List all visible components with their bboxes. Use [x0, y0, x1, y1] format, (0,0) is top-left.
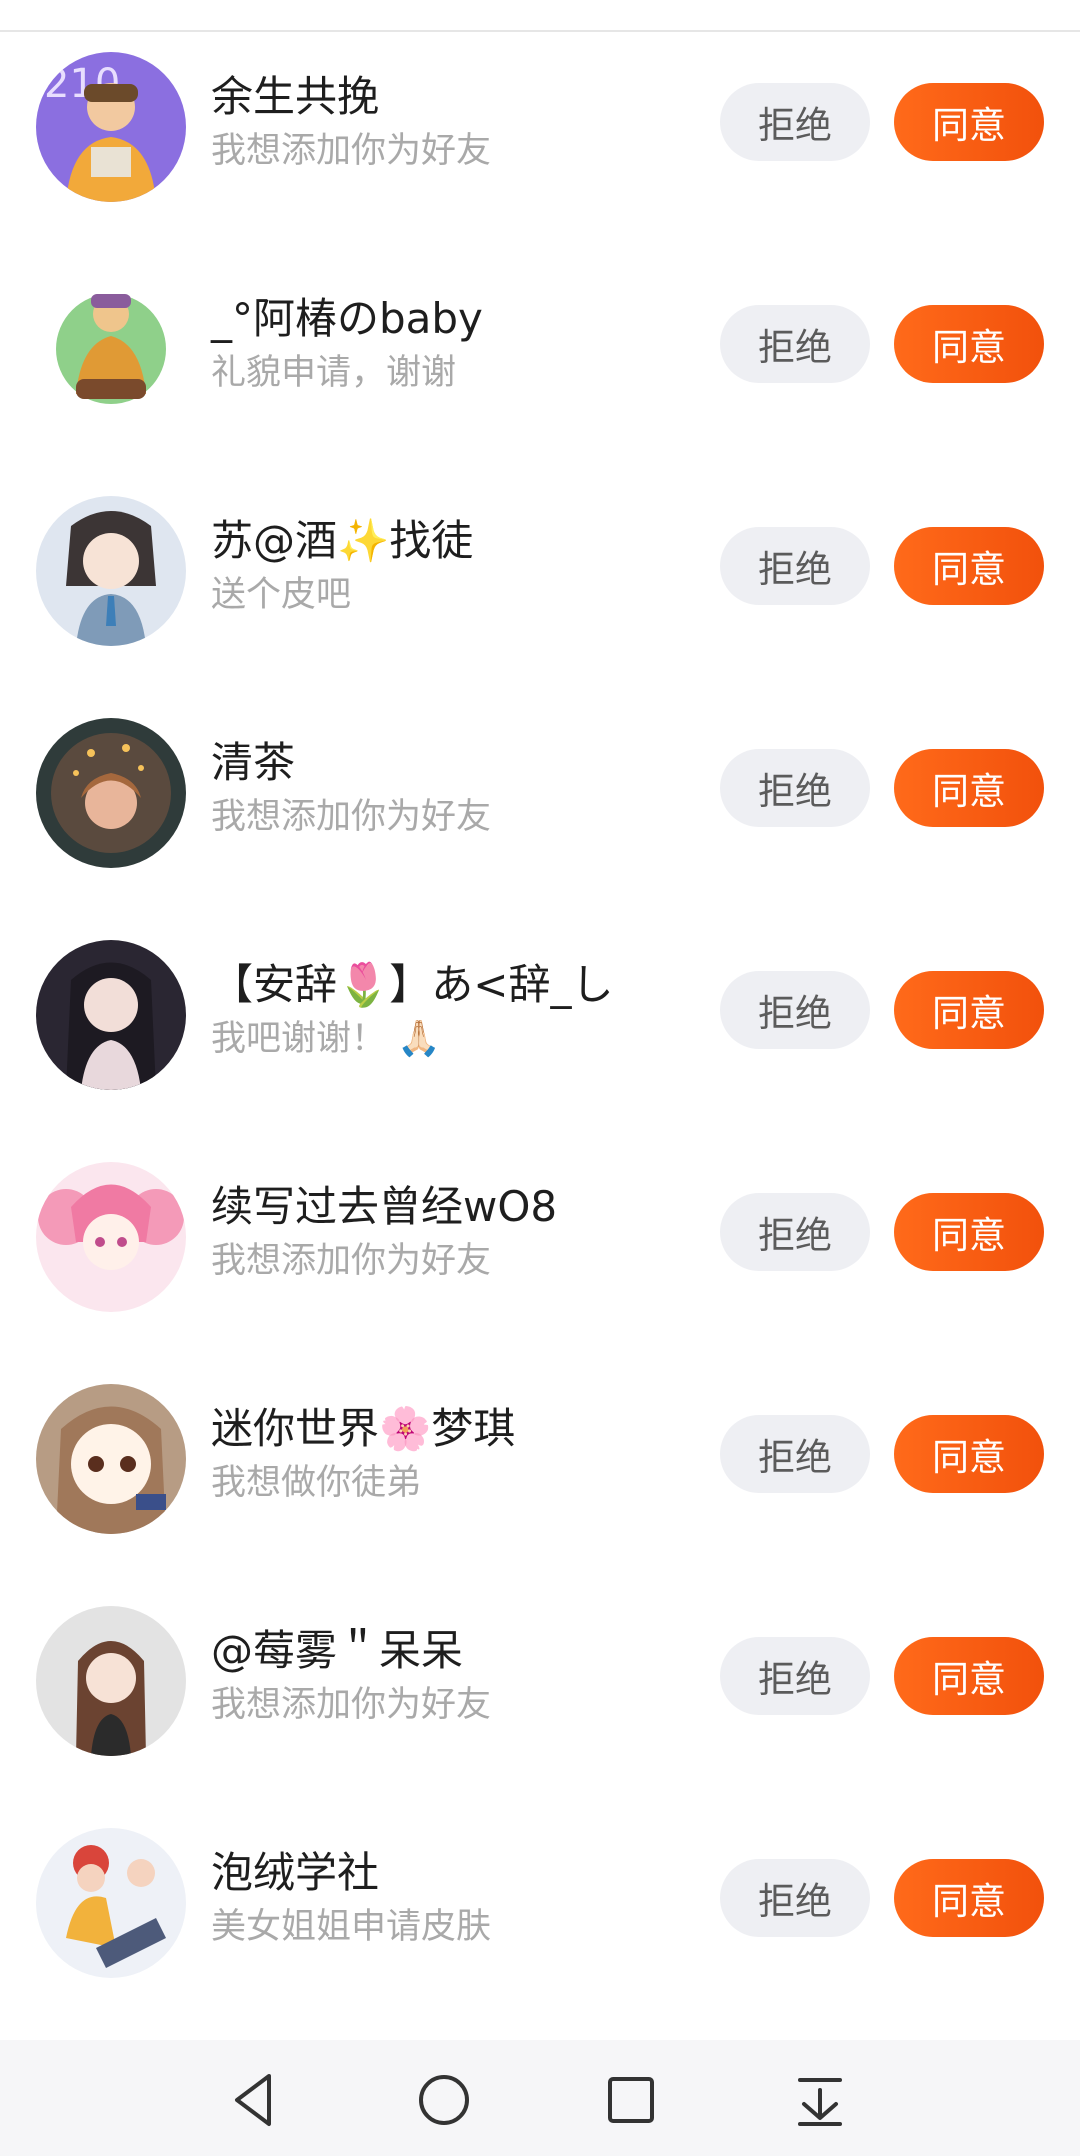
friend-request-row: 210 余生共挽 我想添加你为好友 拒绝 同意 — [0, 12, 1080, 234]
requester-name: 苏@酒✨找徒 — [211, 516, 474, 565]
avatar[interactable] — [36, 1162, 186, 1312]
reject-button[interactable]: 拒绝 — [720, 1193, 870, 1271]
accept-button[interactable]: 同意 — [894, 1637, 1044, 1715]
requester-name: 清茶 — [211, 738, 296, 787]
avatar[interactable] — [36, 1384, 186, 1534]
home-icon[interactable] — [414, 2070, 474, 2130]
reject-button[interactable]: 拒绝 — [720, 971, 870, 1049]
request-message: 送个皮吧 — [211, 575, 352, 615]
avatar[interactable] — [36, 496, 186, 646]
notification-pull-icon[interactable] — [790, 2070, 850, 2130]
request-message: 我吧谢谢！ 🙏🏻 — [211, 1019, 441, 1059]
recents-icon[interactable] — [601, 2070, 661, 2130]
friend-request-row: @莓雾＂呆呆 我想添加你为好友 拒绝 同意 — [0, 1566, 1080, 1788]
request-message: 礼貌申请，谢谢 — [211, 353, 457, 393]
reject-button[interactable]: 拒绝 — [720, 749, 870, 827]
accept-button[interactable]: 同意 — [894, 83, 1044, 161]
reject-button[interactable]: 拒绝 — [720, 1859, 870, 1937]
friend-request-row: 泡绒学社 美女姐姐申请皮肤 拒绝 同意 — [0, 1788, 1080, 2010]
requester-name: 余生共挽 — [211, 72, 380, 121]
system-navigation-bar — [0, 2040, 1080, 2156]
friend-request-row: 苏@酒✨找徒 送个皮吧 拒绝 同意 — [0, 456, 1080, 678]
accept-button[interactable]: 同意 — [894, 749, 1044, 827]
request-message: 我想添加你为好友 — [211, 131, 492, 171]
requester-name: _°阿椿のbaby — [211, 294, 483, 343]
back-icon[interactable] — [225, 2070, 285, 2130]
requester-name: 续写过去曾经wO8 — [211, 1182, 558, 1231]
friend-request-row: 清茶 我想添加你为好友 拒绝 同意 — [0, 678, 1080, 900]
request-message: 我想添加你为好友 — [211, 1241, 492, 1281]
friend-request-row: 续写过去曾经wO8 我想添加你为好友 拒绝 同意 — [0, 1122, 1080, 1344]
accept-button[interactable]: 同意 — [894, 1859, 1044, 1937]
requester-name: 【安辞🌷】あ<辞_し — [211, 960, 614, 1009]
requester-name: @莓雾＂呆呆 — [211, 1626, 464, 1675]
avatar[interactable] — [36, 718, 186, 868]
accept-button[interactable]: 同意 — [894, 1193, 1044, 1271]
requester-name: 迷你世界🌸梦琪 — [211, 1404, 516, 1453]
avatar[interactable] — [36, 1606, 186, 1756]
accept-button[interactable]: 同意 — [894, 971, 1044, 1049]
accept-button[interactable]: 同意 — [894, 305, 1044, 383]
avatar[interactable]: 210 — [36, 52, 186, 202]
friend-request-row: 【安辞🌷】あ<辞_し 我吧谢谢！ 🙏🏻 拒绝 同意 — [0, 900, 1080, 1122]
reject-button[interactable]: 拒绝 — [720, 1415, 870, 1493]
reject-button[interactable]: 拒绝 — [720, 305, 870, 383]
friend-request-row: 迷你世界🌸梦琪 我想做你徒弟 拒绝 同意 — [0, 1344, 1080, 1566]
request-message: 我想做你徒弟 — [211, 1463, 422, 1503]
request-message: 我想添加你为好友 — [211, 1685, 492, 1725]
friend-request-row: _°阿椿のbaby 礼貌申请，谢谢 拒绝 同意 — [0, 234, 1080, 456]
reject-button[interactable]: 拒绝 — [720, 1637, 870, 1715]
reject-button[interactable]: 拒绝 — [720, 83, 870, 161]
accept-button[interactable]: 同意 — [894, 527, 1044, 605]
avatar[interactable] — [36, 940, 186, 1090]
avatar[interactable] — [36, 1828, 186, 1978]
request-message: 美女姐姐申请皮肤 — [211, 1907, 492, 1947]
requester-name: 泡绒学社 — [211, 1848, 380, 1897]
avatar[interactable] — [36, 274, 186, 424]
request-message: 我想添加你为好友 — [211, 797, 492, 837]
reject-button[interactable]: 拒绝 — [720, 527, 870, 605]
accept-button[interactable]: 同意 — [894, 1415, 1044, 1493]
